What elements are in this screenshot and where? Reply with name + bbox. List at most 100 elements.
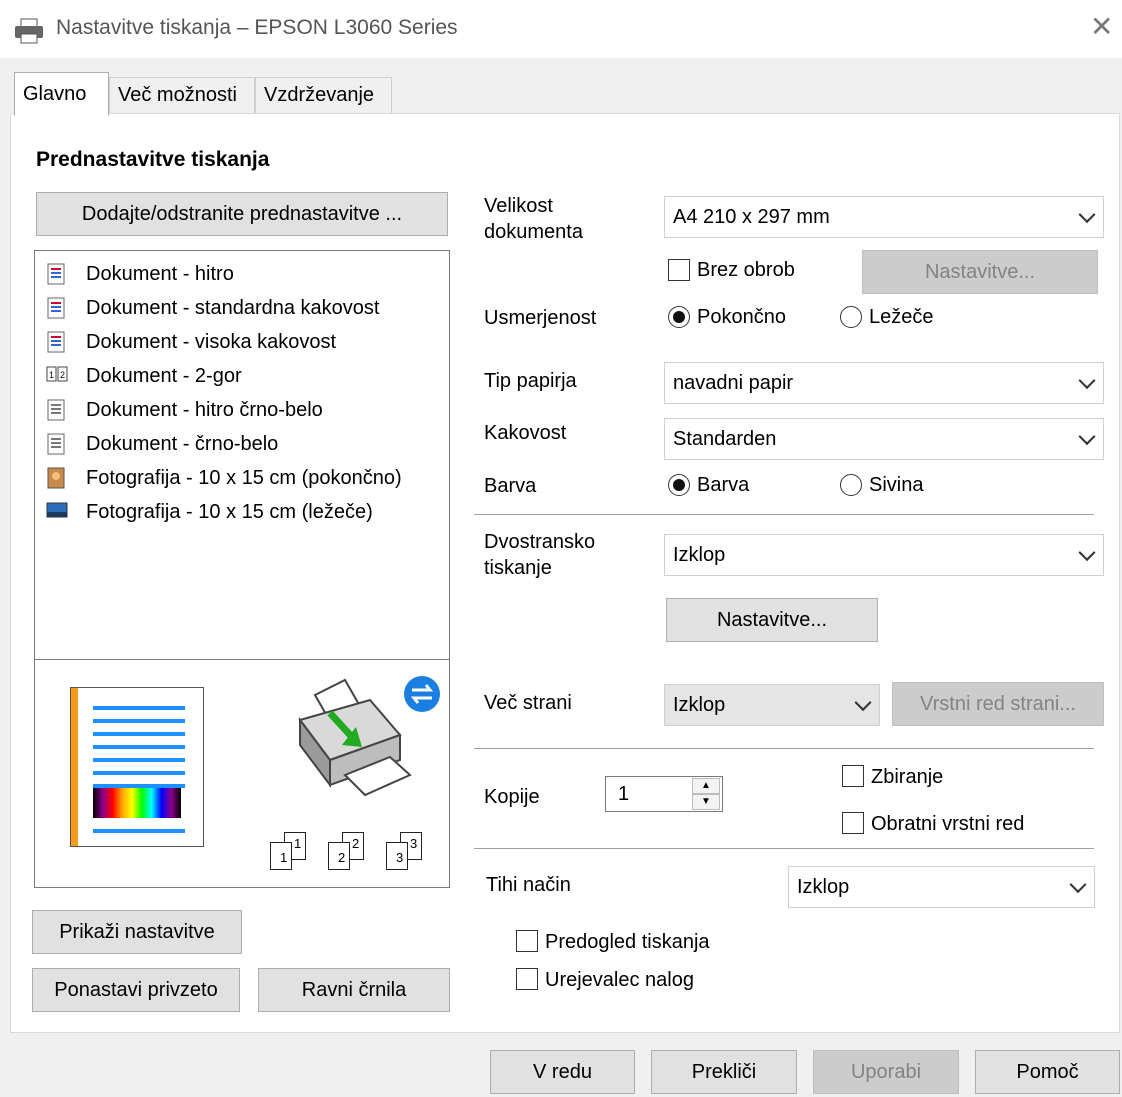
list-item-label: Dokument - hitro črno-belo bbox=[86, 398, 323, 421]
duplex-label: Dvostransko tiskanje bbox=[484, 531, 596, 579]
duplex-settings-button[interactable]: Nastavitve... bbox=[666, 598, 878, 642]
doc-icon bbox=[46, 263, 66, 285]
doc-size-select[interactable]: A4 210 x 297 mm bbox=[664, 196, 1104, 238]
paper-type-label: Tip papirja bbox=[484, 370, 577, 392]
page-preview bbox=[70, 687, 204, 847]
collate-checkbox[interactable] bbox=[842, 765, 864, 787]
grayscale-label: Sivina bbox=[869, 474, 924, 496]
job-arranger-label: Urejevalec nalog bbox=[545, 969, 694, 991]
cancel-button[interactable]: Prekliči bbox=[651, 1050, 797, 1094]
job-arranger-checkbox[interactable] bbox=[516, 968, 538, 990]
help-button[interactable]: Pomoč bbox=[975, 1050, 1120, 1094]
show-settings-button[interactable]: Prikaži nastavitve bbox=[32, 910, 242, 954]
list-item-label: Fotografija - 10 x 15 cm (ležeče) bbox=[86, 500, 373, 523]
spin-down-icon[interactable]: ▼ bbox=[692, 794, 720, 810]
separator bbox=[474, 514, 1094, 515]
copies-spinner[interactable]: 1 ▲ ▼ bbox=[605, 776, 723, 812]
title-bar: Nastavitve tiskanja – EPSON L3060 Series… bbox=[0, 0, 1122, 58]
presets-heading: Prednastavitve tiskanja bbox=[36, 148, 270, 171]
svg-text:2: 2 bbox=[60, 370, 65, 380]
list-item[interactable]: Dokument - hitro bbox=[46, 257, 234, 291]
chevron-down-icon bbox=[1078, 544, 1096, 562]
page-order-button[interactable]: Vrstni red strani... bbox=[892, 682, 1104, 726]
list-item-label: Dokument - visoka kakovost bbox=[86, 330, 337, 353]
print-preview-checkbox[interactable] bbox=[516, 930, 538, 952]
apply-button[interactable]: Uporabi bbox=[813, 1050, 959, 1094]
color-option-label: Barva bbox=[697, 474, 750, 496]
close-icon[interactable]: ✕ bbox=[1090, 10, 1113, 43]
list-item-label: Dokument - 2-gor bbox=[86, 364, 242, 387]
collate-label: Zbiranje bbox=[871, 766, 944, 788]
ok-button[interactable]: V redu bbox=[490, 1050, 635, 1094]
photo-portrait-icon bbox=[46, 467, 66, 489]
copies-value: 1 bbox=[618, 783, 630, 805]
duplex-value: Izklop bbox=[673, 543, 726, 566]
doc-bw-icon bbox=[46, 399, 66, 421]
list-item[interactable]: Dokument - standardna kakovost bbox=[46, 291, 380, 325]
collate-page-icon: 22 bbox=[326, 832, 374, 872]
grayscale-radio[interactable] bbox=[840, 474, 862, 496]
badge-front-number: 2 bbox=[338, 850, 346, 865]
window-title: Nastavitve tiskanja – EPSON L3060 Series bbox=[56, 16, 458, 39]
landscape-radio[interactable] bbox=[840, 306, 862, 328]
list-item-label: Fotografija - 10 x 15 cm (pokončno) bbox=[86, 466, 402, 489]
quiet-mode-label: Tihi način bbox=[486, 874, 571, 896]
paper-type-value: navadni papir bbox=[673, 371, 794, 394]
borderless-settings-button[interactable]: Nastavitve... bbox=[862, 250, 1098, 294]
quiet-mode-select[interactable]: Izklop bbox=[788, 866, 1095, 908]
color-radio[interactable] bbox=[668, 474, 690, 496]
list-item[interactable]: Fotografija - 10 x 15 cm (pokončno) bbox=[46, 461, 402, 495]
list-item-label: Dokument - črno-belo bbox=[86, 432, 279, 455]
quality-select[interactable]: Standarden bbox=[664, 418, 1104, 460]
reverse-order-checkbox[interactable] bbox=[842, 812, 864, 834]
multipage-select[interactable]: Izklop bbox=[664, 684, 880, 726]
duplex-select[interactable]: Izklop bbox=[664, 534, 1104, 576]
spin-up-icon[interactable]: ▲ bbox=[692, 778, 720, 794]
add-remove-presets-button[interactable]: Dodajte/odstranite prednastavitve ... bbox=[36, 192, 448, 236]
photo-landscape-icon bbox=[46, 501, 68, 523]
doc-icon bbox=[46, 331, 66, 353]
chevron-down-icon bbox=[1078, 372, 1096, 390]
color-label: Barva bbox=[484, 475, 537, 497]
chevron-down-icon bbox=[1069, 876, 1087, 894]
badge-front-number: 3 bbox=[396, 850, 404, 865]
badge-back-number: 2 bbox=[352, 836, 360, 851]
borderless-label: Brez obrob bbox=[697, 259, 795, 281]
chevron-down-icon bbox=[1078, 428, 1096, 446]
quality-label: Kakovost bbox=[484, 422, 567, 444]
tab-more-options[interactable]: Več možnosti bbox=[109, 77, 255, 113]
paper-type-select[interactable]: navadni papir bbox=[664, 362, 1104, 404]
list-item[interactable]: Dokument - črno-belo bbox=[46, 427, 278, 461]
multipage-value: Izklop bbox=[673, 693, 726, 716]
list-item[interactable]: Dokument - hitro črno-belo bbox=[46, 393, 323, 427]
list-item[interactable]: Dokument - visoka kakovost bbox=[46, 325, 336, 359]
multipage-label: Več strani bbox=[484, 692, 572, 714]
badge-back-number: 1 bbox=[294, 836, 302, 851]
reverse-order-label: Obratni vrstni red bbox=[871, 813, 1025, 835]
doc-bw-icon bbox=[46, 433, 66, 455]
list-item-label: Dokument - hitro bbox=[86, 262, 234, 285]
badge-front-number: 1 bbox=[280, 850, 288, 865]
duplex-arrows-icon bbox=[404, 676, 440, 712]
list-divider bbox=[35, 659, 449, 660]
two-up-icon: 12 bbox=[46, 365, 68, 387]
reset-defaults-button[interactable]: Ponastavi privzeto bbox=[32, 968, 240, 1012]
portrait-radio[interactable] bbox=[668, 306, 690, 328]
list-item[interactable]: Fotografija - 10 x 15 cm (ležeče) bbox=[46, 495, 373, 529]
doc-size-label: Velikost dokumenta bbox=[484, 195, 583, 243]
collate-page-icon: 11 bbox=[268, 832, 316, 872]
doc-icon bbox=[46, 297, 66, 319]
printer-illustration-icon bbox=[298, 678, 412, 797]
separator bbox=[474, 848, 1094, 849]
orientation-label: Usmerjenost bbox=[484, 307, 597, 329]
chevron-down-icon bbox=[854, 694, 872, 712]
separator bbox=[474, 748, 1094, 749]
ink-levels-button[interactable]: Ravni črnila bbox=[258, 968, 450, 1012]
tab-main[interactable]: Glavno bbox=[14, 72, 109, 116]
collate-page-icon: 33 bbox=[384, 832, 432, 872]
list-item[interactable]: 1 2 Dokument - 2-gor bbox=[46, 359, 242, 393]
tab-maintenance[interactable]: Vzdrževanje bbox=[255, 77, 392, 113]
landscape-label: Ležeče bbox=[869, 306, 934, 328]
borderless-checkbox[interactable] bbox=[668, 259, 690, 281]
doc-size-value: A4 210 x 297 mm bbox=[673, 205, 830, 228]
